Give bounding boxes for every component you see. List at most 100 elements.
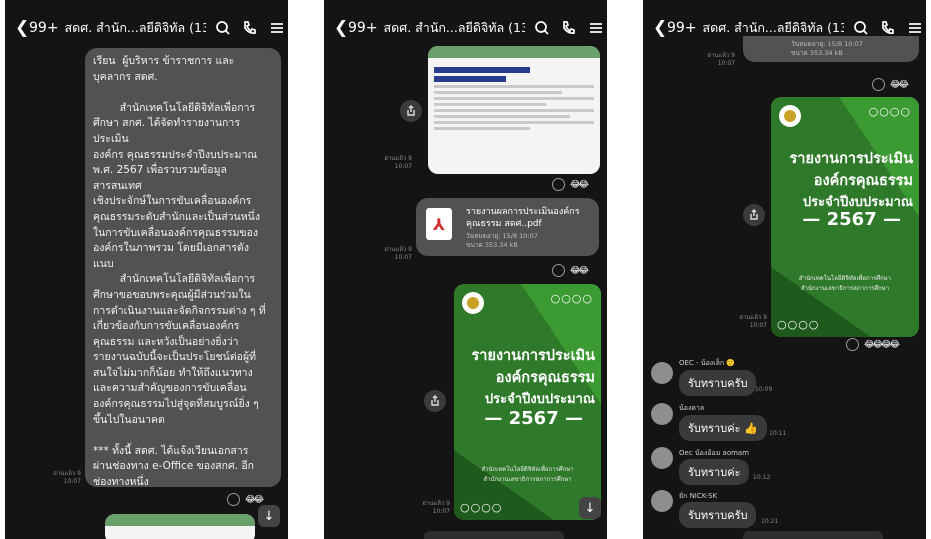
avatar[interactable] [651,490,673,512]
cover-title-2: องค์กรคุณธรรม [495,370,595,386]
read-receipt: อ่านแล้ว 9 10:07 [372,246,412,262]
pagination-dots: ○○○○ [550,292,593,305]
document-body [428,58,600,139]
cover-year: — 2567 — [802,209,901,230]
cover-year: — 2567 — [484,408,583,429]
reply-bubble[interactable]: รับทราบครับ [679,370,757,396]
document-image[interactable] [428,46,600,174]
chat-screen-3: ❮ 99+ สดศ. สำนัก...ลยีดิจิทัล (13) วันหม… [643,0,926,539]
cover-org-1: สำนักเทคโนโลยีดิจิทัลเพื่อการศึกษา [798,275,892,282]
reaction-bar[interactable]: 😂😂 [227,493,264,506]
cover-title-3: ประจำปีงบประมาณ [484,392,595,407]
chat-title[interactable]: สดศ. สำนัก...ลยีดิจิทัล (13) [384,18,525,38]
search-icon[interactable] [531,17,552,39]
read-receipt: อ่านแล้ว 9 10:07 [727,314,767,330]
reaction-bar[interactable]: 😂😂😂😂 [846,338,900,351]
reaction-emojis[interactable]: 😂😂😂😂 [864,340,900,350]
document-preview[interactable] [105,514,255,539]
unread-count: 99+ [29,20,59,36]
read-count: อ่านแล้ว 9 [739,314,767,321]
office-seal-icon [779,105,801,127]
sender-name: น้องตาล [679,404,705,412]
message-input-bar[interactable] [743,531,883,539]
read-count: อ่านแล้ว 9 [53,470,81,477]
read-receipt: อ่านแล้ว 9 10:07 [41,470,81,486]
phone-icon[interactable] [239,17,260,39]
message-input-bar[interactable] [424,531,564,539]
message-bubble[interactable]: เรียน ผู้บริหาร ข้าราชการ และ บุคลากร สด… [85,48,281,488]
phone-icon[interactable] [558,17,579,39]
read-count: อ่านแล้ว 9 [707,52,735,59]
share-icon[interactable] [743,204,765,226]
reply-bubble[interactable]: รับทราบค่ะ [679,459,750,485]
office-seal-icon [462,292,484,314]
reaction-bar[interactable]: 😂😂 [552,264,589,277]
cover-org-1: สำนักเทคโนโลยีดิจิทัลเพื่อการศึกษา [481,466,574,473]
message-time: 10:07 [63,478,81,485]
read-count: อ่านแล้ว 9 [384,155,412,162]
pdf-size: ขนาด 353.34 kB [466,241,518,249]
message-time: 10:07 [394,163,412,170]
menu-icon[interactable] [586,17,607,39]
read-count: อ่านแล้ว 9 [422,500,450,507]
avatar[interactable] [651,403,673,425]
report-cover-image[interactable]: ○○○○ รายงานการประเมิน องค์กรคุณธรรม ประจ… [454,284,601,520]
add-reaction-icon[interactable] [552,178,565,191]
cover-org-2: สำนักงานเลขาธิการสภาการศึกษา [800,285,890,292]
avatar[interactable] [651,447,673,469]
report-cover-image[interactable]: ○○○○ รายงานการประเมิน องค์กรคุณธรรม ประจ… [771,97,919,337]
pagination-dots: ○○○○ [777,318,820,331]
reaction-emojis[interactable]: 😂😂 [570,266,589,276]
document-header-band [428,46,600,58]
reaction-bar[interactable]: 😂😂 [872,78,909,91]
pagination-dots: ○○○○ [868,105,911,118]
pdf-file-bubble[interactable]: วันหมดอายุ: 15/8 10:07 ขนาด 353.34 kB [743,36,919,62]
cover-title-1: รายงานการประเมิน [789,151,913,167]
cover-title-1: รายงานการประเมิน [471,348,595,364]
read-receipt: อ่านแล้ว 9 10:07 [372,155,412,171]
message-time: 10:07 [717,60,735,67]
menu-icon[interactable] [267,17,288,39]
reaction-emojis[interactable]: 😂😂 [890,80,909,90]
chat-header: ❮ 99+ สดศ. สำนัก...ลยีดิจิทัล (13) [324,14,607,42]
message-time: 10:07 [394,254,412,261]
pdf-file-bubble[interactable]: ⅄ รายงานผลการประเมินองค์กรคุณธรรม สดศ..p… [416,198,599,256]
chat-screen-1: ❮ 99+ สดศ. สำนัก...ลยีดิจิทัล (13) เรียน… [5,0,288,539]
unread-count: 99+ [667,20,697,36]
chat-title[interactable]: สดศ. สำนัก...ลยีดิจิทัล (13) [65,18,206,38]
pagination-dots: ○○○○ [460,501,503,514]
message-time: 10:07 [749,322,767,329]
pdf-size: ขนาด 353.34 kB [791,49,843,57]
back-button[interactable]: ❮ [15,18,29,38]
message-time: 10:11 [769,430,787,437]
reply-bubble[interactable]: รับทราบค่ะ 👍 [679,415,767,441]
scroll-down-button[interactable]: ↓ [258,505,280,527]
reaction-emojis[interactable]: 😂😂 [245,495,264,505]
chat-screen-2: ❮ 99+ สดศ. สำนัก...ลยีดิจิทัล (13) อ่านแ… [324,0,607,539]
search-icon[interactable] [212,17,233,39]
avatar[interactable] [651,362,673,384]
scroll-down-button[interactable]: ↓ [579,497,601,519]
back-button[interactable]: ❮ [653,18,667,38]
add-reaction-icon[interactable] [872,78,885,91]
message-time: 10:09 [755,386,773,393]
sender-name: OEC - น้องเล็ก 🙂 [679,359,736,367]
add-reaction-icon[interactable] [846,338,859,351]
cover-org-2: สำนักงานเลขาธิการสภาการศึกษา [483,476,572,483]
read-receipt: อ่านแล้ว 9 10:07 [695,52,735,68]
pdf-file-name: รายงานผลการประเมินองค์กรคุณธรรม สดศ..pdf [466,207,580,229]
reaction-bar[interactable]: 😂😂 [552,178,589,191]
reaction-emojis[interactable]: 😂😂 [570,180,589,190]
chat-title[interactable]: สดศ. สำนัก...ลยีดิจิทัล (13) [703,18,844,38]
add-reaction-icon[interactable] [552,264,565,277]
share-icon[interactable] [400,100,422,122]
share-icon[interactable] [424,390,446,412]
pdf-icon: ⅄ [426,208,452,240]
reply-bubble[interactable]: รับทราบครับ [679,502,757,528]
pdf-expiry: วันหมดอายุ: 15/8 10:07 [466,232,538,240]
message-time: 10:21 [761,518,779,525]
message-time: 10:12 [753,474,771,481]
read-count: อ่านแล้ว 9 [384,246,412,253]
back-button[interactable]: ❮ [334,18,348,38]
add-reaction-icon[interactable] [227,493,240,506]
